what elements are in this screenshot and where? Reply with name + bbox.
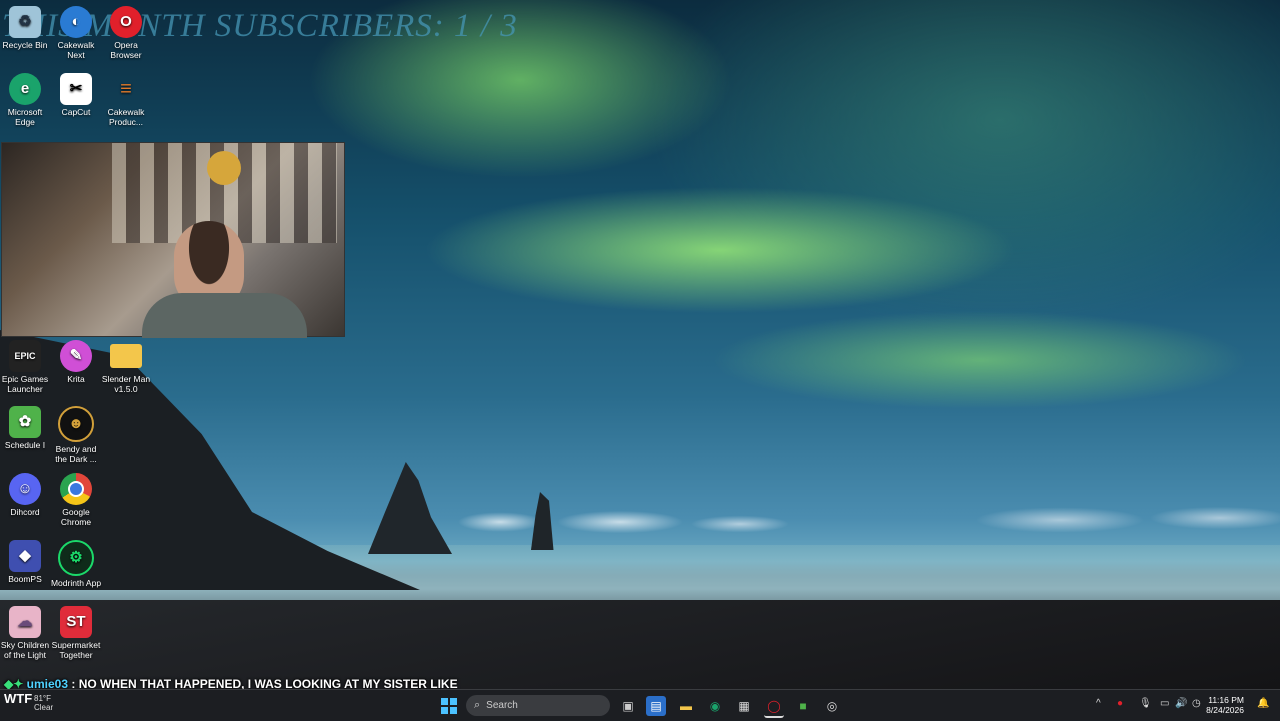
desktop-icon-bendy[interactable]: ☻ Bendy and the Dark ... bbox=[50, 406, 102, 464]
display-icon[interactable]: ▭ bbox=[1160, 698, 1169, 709]
search-placeholder: Search bbox=[486, 700, 518, 711]
webcam-sun-decoration bbox=[207, 151, 241, 185]
taskbar-file-explorer[interactable]: ▬ bbox=[676, 696, 696, 716]
desktop-icon-boomps[interactable]: ◆ BoomPS bbox=[0, 540, 51, 584]
cakewalk-producer-icon: ≡ bbox=[120, 78, 132, 100]
desktop-icon-supermarket-together[interactable]: ST Supermarket Together bbox=[50, 606, 102, 660]
search-icon: ⌕ bbox=[474, 699, 481, 711]
krita-icon: ✎ bbox=[60, 340, 92, 372]
weather-badge: WTF bbox=[4, 691, 33, 706]
microphone-icon[interactable]: 🎙 bbox=[1139, 698, 1152, 709]
boomps-icon: ◆ bbox=[9, 540, 41, 572]
sky-icon: ☁ bbox=[9, 606, 41, 638]
taskbar-edge[interactable]: ◉ bbox=[705, 696, 725, 716]
taskbar-clock[interactable]: 11:16 PM 8/24/2026 bbox=[1206, 695, 1244, 715]
desktop-icon-epic-games[interactable]: EPIC Epic Games Launcher bbox=[0, 340, 51, 394]
desktop-icon-modrinth[interactable]: ⚙ Modrinth App bbox=[50, 540, 102, 588]
weather-condition: Clear bbox=[34, 703, 54, 712]
desktop-icon-discord[interactable]: ☺ Dihcord bbox=[0, 473, 51, 517]
capcut-icon: ✂ bbox=[60, 73, 92, 105]
store-icon: ▦ bbox=[738, 699, 750, 713]
desktop-icon-schedule-one[interactable]: ✿ Schedule I bbox=[0, 406, 51, 450]
task-view-button[interactable]: ▣ bbox=[618, 696, 638, 716]
windows-icon bbox=[441, 698, 457, 714]
taskbar-search[interactable]: ⌕ Search bbox=[466, 695, 610, 716]
taskbar-store[interactable]: ▦ bbox=[734, 696, 754, 716]
bendy-icon: ☻ bbox=[58, 406, 94, 442]
desktop-icon-opera[interactable]: O Opera Browser bbox=[100, 6, 152, 60]
desktop-icon-cakewalk-next[interactable]: ◐ Cakewalk Next bbox=[50, 6, 102, 60]
taskbar-obs[interactable]: ◎ bbox=[822, 696, 842, 716]
taskbar-opera[interactable]: ◯ bbox=[764, 696, 784, 718]
cloud-band bbox=[440, 500, 1280, 545]
tray-app-icon[interactable]: ● bbox=[1117, 698, 1123, 709]
opera-icon: ◯ bbox=[767, 699, 781, 713]
taskbar-widgets-app[interactable]: ▤ bbox=[646, 696, 666, 716]
volume-icon[interactable]: 🔊 bbox=[1175, 698, 1187, 709]
clock-time: 11:16 PM bbox=[1208, 695, 1244, 705]
supermarket-together-icon: ST bbox=[60, 606, 92, 638]
recycle-bin-icon: ♻ bbox=[9, 6, 41, 38]
webcam-overlay bbox=[1, 142, 345, 338]
modrinth-icon: ⚙ bbox=[58, 540, 94, 576]
edge-icon: e bbox=[9, 73, 41, 105]
network-icon[interactable]: ◷ bbox=[1192, 698, 1201, 709]
opera-icon: O bbox=[110, 6, 142, 38]
cakewalk-next-icon: ◐ bbox=[60, 6, 92, 38]
discord-icon: ☺ bbox=[9, 473, 41, 505]
task-view-icon: ▣ bbox=[622, 699, 634, 713]
taskbar: WTF 81°F Clear ⌕ Search ▣ ▤ ▬ ◉ ▦ ◯ ■ ◎ … bbox=[0, 689, 1280, 721]
folder-icon bbox=[110, 344, 142, 368]
weather-widget[interactable]: WTF 81°F Clear bbox=[4, 691, 53, 712]
desktop-icon-capcut[interactable]: ✂ CapCut bbox=[50, 73, 102, 117]
clock-date: 8/24/2026 bbox=[1206, 705, 1244, 715]
desktop-icon-krita[interactable]: ✎ Krita bbox=[50, 340, 102, 384]
weather-temp: 81°F bbox=[34, 694, 51, 703]
minecraft-icon: ■ bbox=[799, 699, 807, 713]
desktop-icon-recycle-bin[interactable]: ♻ Recycle Bin bbox=[0, 6, 51, 50]
desktop-icon-chrome[interactable]: Google Chrome bbox=[50, 473, 102, 527]
widgets-icon: ▤ bbox=[650, 699, 662, 713]
folder-icon: ▬ bbox=[680, 699, 692, 713]
desktop-icon-sky[interactable]: ☁ Sky Children of the Light bbox=[0, 606, 51, 660]
taskbar-minecraft[interactable]: ■ bbox=[793, 696, 813, 716]
schedule-one-icon: ✿ bbox=[9, 406, 41, 438]
obs-icon: ◎ bbox=[826, 699, 838, 713]
desktop-icon-cakewalk-producer[interactable]: ≡ Cakewalk Produc... bbox=[100, 73, 152, 127]
desktop-icon-slender-man[interactable]: Slender Man v1.5.0 bbox=[100, 340, 152, 394]
start-button[interactable] bbox=[439, 696, 459, 716]
notification-icon[interactable]: 🔔 bbox=[1257, 698, 1269, 709]
desktop-icon-edge[interactable]: e Microsoft Edge bbox=[0, 73, 51, 127]
edge-icon: ◉ bbox=[709, 699, 721, 713]
webcam-streamer-body bbox=[142, 293, 307, 338]
epic-games-icon: EPIC bbox=[9, 340, 41, 372]
chevron-up-icon[interactable]: ^ bbox=[1096, 698, 1101, 709]
chrome-icon bbox=[60, 473, 92, 505]
